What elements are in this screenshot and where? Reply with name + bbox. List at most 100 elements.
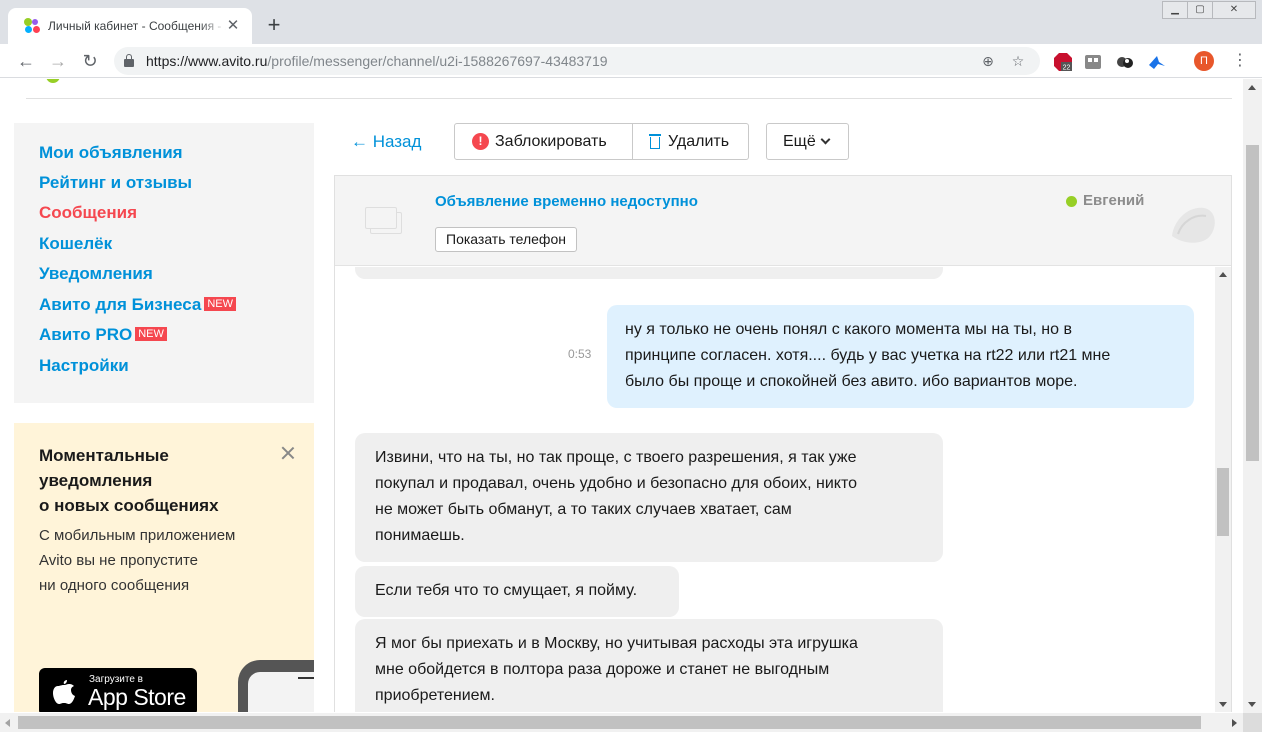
message-line: понимаешь. (375, 527, 465, 544)
tab-title: Личный кабинет - Сообщения - Ави (48, 19, 226, 33)
message-time: 0:53 (568, 347, 592, 361)
browser-window: Личный кабинет - Сообщения - Ави ✕ + ▁ ▢… (0, 0, 1262, 732)
ad-placeholder-icon (365, 204, 405, 236)
appstore-label: App Store (88, 684, 186, 710)
message-line: Я мог бы приехать и в Москву, но учитыва… (375, 635, 858, 652)
scroll-down-arrow-icon[interactable] (1248, 702, 1256, 707)
sidebar-item-messages[interactable]: Сообщения (39, 203, 137, 223)
delete-button[interactable]: Удалить (633, 123, 749, 160)
profile-avatar[interactable]: П (1194, 51, 1214, 71)
url-path: /profile/messenger/channel/u2i-158826769… (267, 53, 608, 69)
page-vertical-scrollbar[interactable] (1243, 79, 1262, 713)
chat-action-group: ! Заблокировать Удалить (454, 123, 749, 160)
sidebar-item-label: Авито для Бизнеса (39, 295, 202, 314)
scroll-right-arrow-icon[interactable] (1232, 719, 1237, 727)
message-bubble-outgoing: ну я только не очень понял с какого моме… (607, 305, 1194, 408)
message-line: покупал и продавал, очень удобно и безоп… (375, 475, 857, 492)
url-host: https://www.avito.ru (146, 53, 268, 69)
warning-icon: ! (472, 133, 489, 150)
new-badge: NEW (135, 327, 167, 341)
scroll-up-arrow-icon[interactable] (1219, 272, 1227, 277)
sidebar-item-settings[interactable]: Настройки (39, 356, 129, 376)
maximize-button[interactable]: ▢ (1187, 1, 1213, 19)
extension-bird-icon[interactable] (1148, 53, 1166, 71)
browser-tab[interactable]: Личный кабинет - Сообщения - Ави ✕ (8, 8, 252, 44)
forward-arrow-icon[interactable]: → (45, 48, 71, 74)
scroll-down-arrow-icon[interactable] (1219, 702, 1227, 707)
sidebar-item-my-ads[interactable]: Мои объявления (39, 143, 183, 163)
promo-title: Моментальные уведомления о новых сообщен… (39, 446, 219, 515)
extension-circles-icon[interactable] (1116, 53, 1134, 71)
minimize-button[interactable]: ▁ (1162, 1, 1188, 19)
interlocutor-name[interactable]: Евгений (1083, 192, 1144, 209)
promo-text: С мобильным приложением Avito вы не проп… (39, 527, 236, 594)
message-bubble-incoming: Извини, что на ты, но так проще, с твоег… (355, 433, 943, 562)
horizontal-scroll-thumb[interactable] (18, 716, 1201, 729)
message-line: мне обойдется в полтора раза дороже и ст… (375, 661, 830, 678)
profile-sidebar: Мои объявления Рейтинг и отзывы Сообщени… (14, 123, 314, 403)
bookmark-star-icon[interactable]: ☆ (1008, 51, 1028, 71)
sidebar-item-pro[interactable]: Авито PRO NEW (39, 325, 167, 345)
tab-close-icon[interactable]: ✕ (224, 17, 242, 35)
phone-illustration (238, 660, 314, 712)
message-line: приобретением. (375, 687, 495, 704)
adblock-extension-icon[interactable]: 22 (1054, 53, 1072, 72)
sidebar-item-business[interactable]: Авито для Бизнеса NEW (39, 295, 237, 315)
more-label: Ещё (783, 132, 816, 150)
scroll-up-arrow-icon[interactable] (1248, 85, 1256, 90)
extension-icon[interactable] (1084, 53, 1102, 71)
more-button[interactable]: Ещё (766, 123, 849, 160)
user-avatar[interactable] (1164, 192, 1222, 250)
chat-panel: Объявление временно недоступно Показать … (334, 175, 1232, 712)
chat-scrollbar[interactable] (1215, 267, 1231, 712)
tab-strip: Личный кабинет - Сообщения - Ави ✕ + ▁ ▢… (0, 0, 1262, 44)
back-link[interactable]: ← Назад (351, 132, 421, 152)
scroll-left-arrow-icon[interactable] (5, 719, 10, 727)
zoom-icon[interactable]: ⊕ (978, 51, 998, 71)
app-store-button[interactable]: Загрузите в App Store (39, 668, 197, 712)
chat-scroll-thumb[interactable] (1217, 468, 1229, 536)
chat-header: Объявление временно недоступно Показать … (335, 176, 1231, 266)
ad-title-link[interactable]: Объявление временно недоступно (435, 193, 698, 210)
message-line: ну я только не очень понял с какого моме… (625, 321, 1072, 338)
apple-icon (51, 677, 77, 705)
message-list: 0:53 ну я только не очень понял с какого… (335, 267, 1215, 712)
sidebar-item-label: Авито PRO (39, 325, 133, 344)
app-promo-banner: Моментальные уведомления о новых сообщен… (14, 423, 314, 712)
reload-icon[interactable]: ↻ (77, 48, 103, 74)
delete-label: Удалить (668, 132, 730, 150)
message-bubble-previous (355, 267, 943, 279)
back-arrow-icon[interactable]: ← (13, 48, 39, 74)
block-button[interactable]: ! Заблокировать (454, 123, 633, 160)
ext-badge: 22 (1063, 65, 1071, 72)
browser-toolbar: ← → ↻ https://www.avito.ru/profile/messe… (0, 44, 1262, 78)
sidebar-item-rating[interactable]: Рейтинг и отзывы (39, 173, 192, 193)
chevron-down-icon (820, 134, 831, 145)
lock-icon (124, 54, 134, 67)
message-line: Извини, что на ты, но так проще, с твоег… (375, 449, 857, 466)
avito-favicon-icon (24, 18, 40, 34)
block-label: Заблокировать (495, 132, 607, 150)
new-tab-button[interactable]: + (260, 11, 288, 39)
url-text[interactable]: https://www.avito.ru/profile/messenger/c… (146, 53, 608, 69)
address-bar[interactable]: https://www.avito.ru/profile/messenger/c… (114, 47, 1040, 75)
close-icon[interactable] (278, 443, 298, 463)
page-scroll-thumb[interactable] (1246, 145, 1259, 461)
page-content: Мои объявления Рейтинг и отзывы Сообщени… (0, 79, 1243, 712)
trash-icon (649, 134, 661, 149)
message-line: Если тебя что то смущает, я пойму. (375, 582, 638, 599)
scrollbar-corner (1243, 713, 1262, 732)
message-bubble-incoming: Если тебя что то смущает, я пойму. (355, 566, 679, 617)
page-horizontal-scrollbar[interactable] (0, 713, 1243, 732)
new-badge: NEW (204, 297, 237, 311)
message-line: было бы проще и спокойней без авито. ибо… (625, 373, 1078, 390)
header-divider (26, 98, 1232, 99)
sidebar-item-notifications[interactable]: Уведомления (39, 264, 153, 284)
browser-menu-icon[interactable]: ⋮ (1232, 50, 1248, 72)
message-bubble-incoming: Я мог бы приехать и в Москву, но учитыва… (355, 619, 943, 712)
top-header-dot (46, 79, 60, 83)
show-phone-button[interactable]: Показать телефон (435, 227, 577, 252)
sidebar-item-wallet[interactable]: Кошелёк (39, 234, 112, 254)
message-line: не может быть обманут, а то таких случае… (375, 501, 792, 518)
window-close-button[interactable]: ✕ (1212, 1, 1256, 19)
